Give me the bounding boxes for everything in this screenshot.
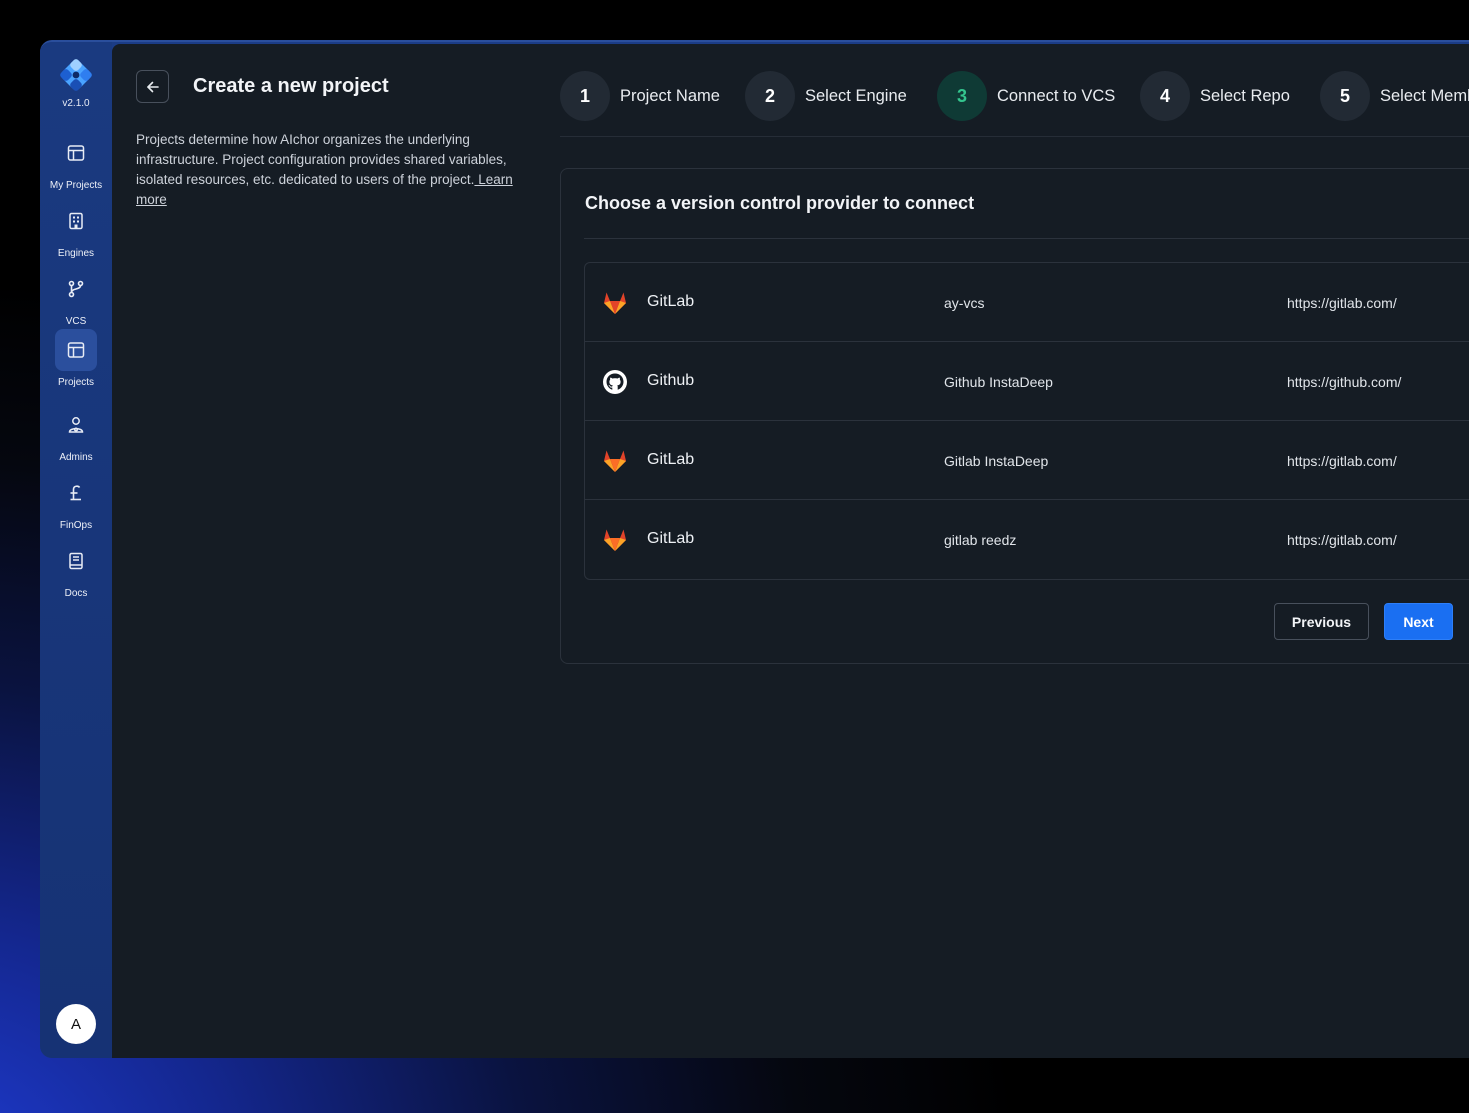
next-button[interactable]: Next <box>1384 603 1453 640</box>
provider-url: https://gitlab.com/ <box>1287 295 1397 311</box>
step-number: 4 <box>1140 71 1190 121</box>
provider-account: Github InstaDeep <box>944 374 1053 390</box>
layout-icon <box>67 342 85 358</box>
gitlab-icon <box>604 292 626 314</box>
sidebar-item-admins[interactable]: Admins <box>40 404 112 463</box>
step-label: Select Engine <box>805 86 907 105</box>
sidebar-item-label: VCS <box>65 316 87 327</box>
sidebar-item-docs[interactable]: Docs <box>40 540 112 599</box>
sidebar-item-label: Docs <box>64 588 88 599</box>
github-icon <box>603 370 627 394</box>
provider-row[interactable]: GitLab gitlab reedz https://gitlab.com/ <box>585 500 1469 579</box>
layout-icon <box>67 145 85 161</box>
card-title: Choose a version control provider to con… <box>585 193 975 213</box>
users-icon <box>68 417 84 433</box>
provider-url: https://github.com/ <box>1287 374 1402 390</box>
app-window: v2.1.0 My Projects Engines VCS Projects … <box>40 40 1469 1058</box>
step-select-repo[interactable]: 4 Select Repo <box>1140 70 1290 122</box>
provider-name: GitLab <box>647 293 695 310</box>
gitlab-icon <box>604 450 626 472</box>
step-label: Project Name <box>620 86 720 105</box>
avatar[interactable]: A <box>56 1004 96 1044</box>
sidebar-item-projects[interactable]: Projects <box>40 329 112 388</box>
step-number: 3 <box>937 71 987 121</box>
step-project-name[interactable]: 1 Project Name <box>560 70 720 122</box>
step-label: Select Members <box>1380 86 1469 105</box>
provider-url: https://gitlab.com/ <box>1287 532 1397 548</box>
provider-account: Gitlab InstaDeep <box>944 453 1049 469</box>
step-number: 5 <box>1320 71 1370 121</box>
main-content: Create a new project Projects determine … <box>112 44 1469 1058</box>
gitlab-icon <box>604 529 626 551</box>
stepper: 1 Project Name 2 Select Engine 3 Connect… <box>560 70 1469 122</box>
page-title: Create a new project <box>193 75 389 97</box>
step-label: Select Repo <box>1200 86 1290 105</box>
pound-icon <box>70 485 81 501</box>
description-text: Projects determine how AIchor organizes … <box>136 132 507 187</box>
sidebar-item-vcs[interactable]: VCS <box>40 268 112 327</box>
book-icon <box>69 552 83 570</box>
provider-name: GitLab <box>647 530 695 547</box>
sidebar-item-label: My Projects <box>49 180 103 191</box>
divider <box>584 238 1469 239</box>
sidebar-item-label: Projects <box>57 377 95 388</box>
previous-button[interactable]: Previous <box>1274 603 1369 640</box>
provider-name: Github <box>647 372 695 389</box>
provider-name: GitLab <box>647 451 695 468</box>
step-connect-to-vcs[interactable]: 3 Connect to VCS <box>937 70 1115 122</box>
step-number: 2 <box>745 71 795 121</box>
sidebar-item-engines[interactable]: Engines <box>40 200 112 259</box>
sidebar-item-label: FinOps <box>59 520 93 531</box>
aichor-logo <box>60 59 92 91</box>
git-branch-icon <box>68 280 84 298</box>
step-select-engine[interactable]: 2 Select Engine <box>745 70 907 122</box>
vcs-provider-card: Choose a version control provider to con… <box>560 168 1469 664</box>
back-button[interactable] <box>136 70 169 103</box>
stepper-divider <box>560 136 1469 137</box>
provider-row[interactable]: Github Github InstaDeep https://github.c… <box>585 342 1469 421</box>
provider-account: gitlab reedz <box>944 532 1017 548</box>
version-label: v2.1.0 <box>62 98 90 109</box>
provider-row[interactable]: GitLab ay-vcs https://gitlab.com/ <box>585 263 1469 342</box>
sidebar-item-label: Engines <box>57 248 95 259</box>
sidebar-item-finops[interactable]: FinOps <box>40 472 112 531</box>
sidebar-item-label: Admins <box>59 452 93 463</box>
step-select-members[interactable]: 5 Select Members <box>1320 70 1469 122</box>
step-number: 1 <box>560 71 610 121</box>
provider-row[interactable]: GitLab Gitlab InstaDeep https://gitlab.c… <box>585 421 1469 500</box>
sidebar: v2.1.0 My Projects Engines VCS Projects … <box>40 42 112 1058</box>
building-icon <box>69 212 83 230</box>
sidebar-item-my-projects[interactable]: My Projects <box>40 132 112 191</box>
page-description: Projects determine how AIchor organizes … <box>136 130 528 210</box>
arrow-left-icon <box>146 81 159 92</box>
provider-account: ay-vcs <box>944 295 985 311</box>
step-label: Connect to VCS <box>997 86 1116 105</box>
provider-url: https://gitlab.com/ <box>1287 453 1397 469</box>
provider-list: GitLab ay-vcs https://gitlab.com/ Github… <box>584 262 1469 580</box>
